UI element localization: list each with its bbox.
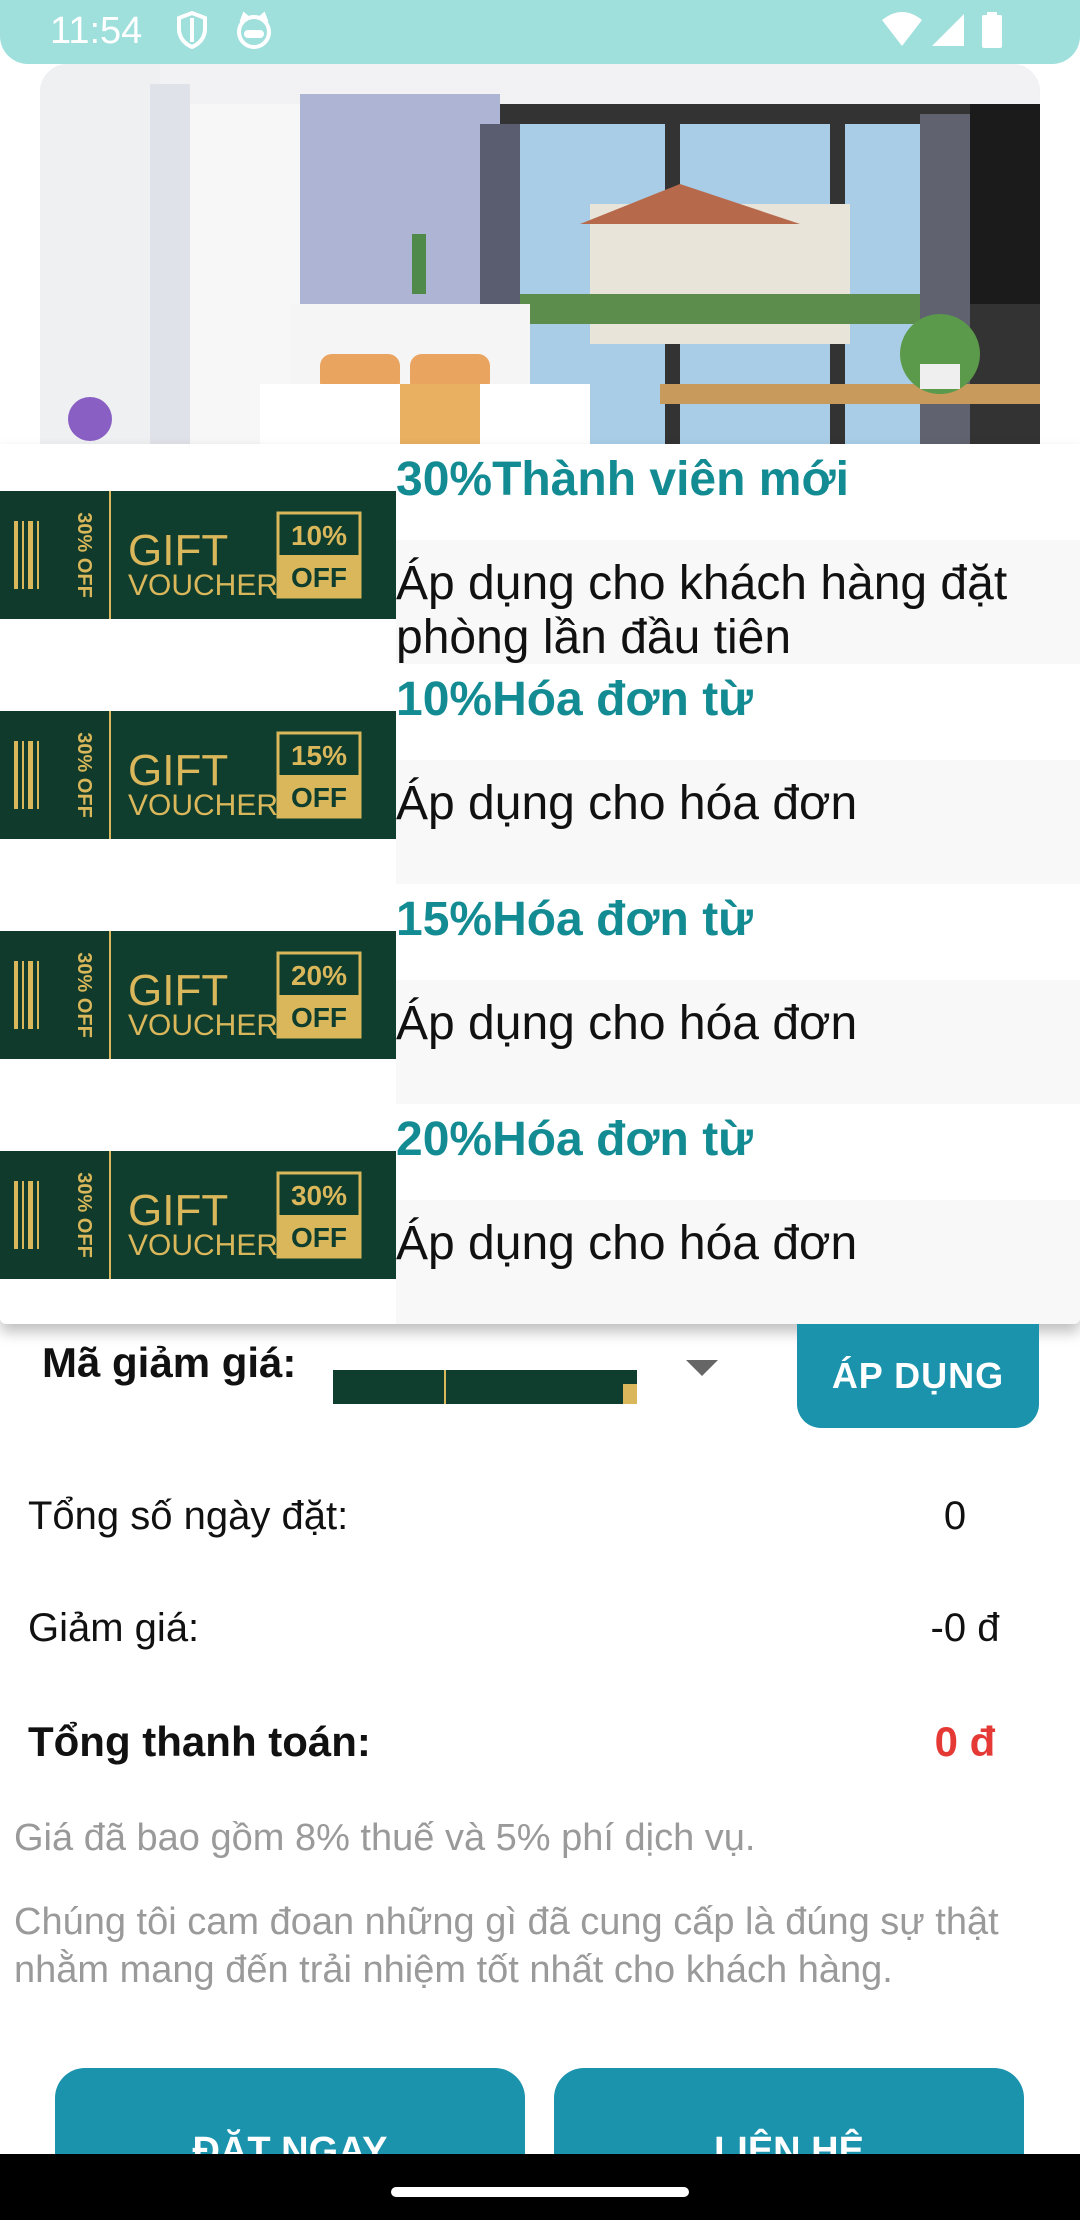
svg-text:VOUCHER: VOUCHER	[128, 789, 278, 822]
total-days-value: 0	[943, 1494, 967, 1538]
tax-note: Giá đã bao gồm 8% thuế và 5% phí dịch vụ…	[14, 1817, 756, 1859]
svg-text:30% OFF: 30% OFF	[73, 952, 95, 1038]
discount-amount-label: Giảm giá:	[28, 1606, 200, 1650]
svg-text:OFF: OFF	[291, 562, 347, 593]
cell-signal-icon	[932, 14, 964, 46]
total-payment-label: Tổng thanh toán:	[28, 1718, 371, 1765]
svg-text:30% OFF: 30% OFF	[73, 732, 95, 818]
total-days-label: Tổng số ngày đặt:	[28, 1494, 349, 1538]
svg-text:OFF: OFF	[291, 782, 347, 813]
svg-text:OFF: OFF	[291, 1222, 347, 1253]
apply-discount-button[interactable]: ÁP DỤNG	[797, 1324, 1039, 1428]
discount-amount-value: -0 đ	[930, 1606, 1000, 1650]
voucher-description: Áp dụng cho hóa đơn	[396, 1200, 1080, 1324]
voucher-description: Áp dụng cho hóa đơn	[396, 980, 1080, 1104]
cat-face-icon	[237, 11, 271, 49]
voucher-option[interactable]: 30% OFF GIFT VOUCHER 15% OFF 10%Hóa đơn …	[0, 664, 1080, 884]
status-bar: 11:54	[0, 0, 1080, 64]
wifi-icon	[882, 12, 922, 46]
commitment-note: Chúng tôi cam đoan những gì đã cung cấp …	[14, 1901, 999, 1991]
home-gesture-handle[interactable]	[391, 2187, 689, 2197]
svg-text:GIFT: GIFT	[128, 966, 228, 1015]
voucher-title: 20%Hóa đơn từ	[396, 1113, 753, 1166]
total-payment-value: 0 đ	[934, 1718, 996, 1765]
voucher-description: Áp dụng cho khách hàng đặt phòng lần đầu…	[396, 540, 1080, 664]
svg-text:VOUCHER: VOUCHER	[128, 1009, 278, 1042]
voucher-description: Áp dụng cho hóa đơn	[396, 760, 1080, 884]
status-time: 11:54	[50, 10, 143, 52]
svg-text:30% OFF: 30% OFF	[73, 1172, 95, 1258]
svg-text:OFF: OFF	[291, 1002, 347, 1033]
voucher-option[interactable]: 30% OFF GIFT VOUCHER 20% OFF 15%Hóa đơn …	[0, 884, 1080, 1104]
voucher-option[interactable]: 30% OFF GIFT VOUCHER 10% OFF 30%Thành vi…	[0, 444, 1080, 664]
voucher-title: 10%Hóa đơn từ	[396, 673, 753, 726]
discount-code-label: Mã giảm giá:	[42, 1339, 297, 1386]
battery-icon	[982, 12, 1002, 48]
svg-text:GIFT: GIFT	[128, 1186, 228, 1235]
svg-text:GIFT: GIFT	[128, 526, 228, 575]
discount-code-row: Mã giảm giá: ÁP DỤNG	[0, 1324, 1080, 1428]
gift-voucher-image: 30% OFF GIFT VOUCHER 20% OFF	[0, 931, 396, 1059]
voucher-option[interactable]: 30% OFF GIFT VOUCHER 30% OFF 20%Hóa đơn …	[0, 1104, 1080, 1324]
room-photo	[40, 64, 1040, 444]
discount-code-spinner[interactable]	[333, 1370, 637, 1404]
gift-voucher-image: 30% OFF GIFT VOUCHER 10% OFF	[0, 491, 396, 619]
shield-icon	[177, 10, 207, 50]
svg-text:20%: 20%	[291, 960, 347, 991]
svg-text:10%: 10%	[291, 520, 347, 551]
svg-text:15%: 15%	[291, 740, 347, 771]
gift-voucher-image: 30% OFF GIFT VOUCHER 15% OFF	[0, 711, 396, 839]
svg-text:30%: 30%	[291, 1180, 347, 1211]
voucher-title: 15%Hóa đơn từ	[396, 893, 753, 946]
dropdown-arrow-icon[interactable]	[686, 1360, 718, 1376]
svg-text:VOUCHER: VOUCHER	[128, 1229, 278, 1262]
voucher-dropdown-list: 30% OFF GIFT VOUCHER 10% OFF 30%Thành vi…	[0, 444, 1080, 1324]
svg-text:30% OFF: 30% OFF	[73, 512, 95, 598]
gift-voucher-image: 30% OFF GIFT VOUCHER 30% OFF	[0, 1151, 396, 1279]
voucher-title: 30%Thành viên mới	[396, 453, 849, 506]
svg-text:GIFT: GIFT	[128, 746, 228, 795]
svg-text:VOUCHER: VOUCHER	[128, 569, 278, 602]
